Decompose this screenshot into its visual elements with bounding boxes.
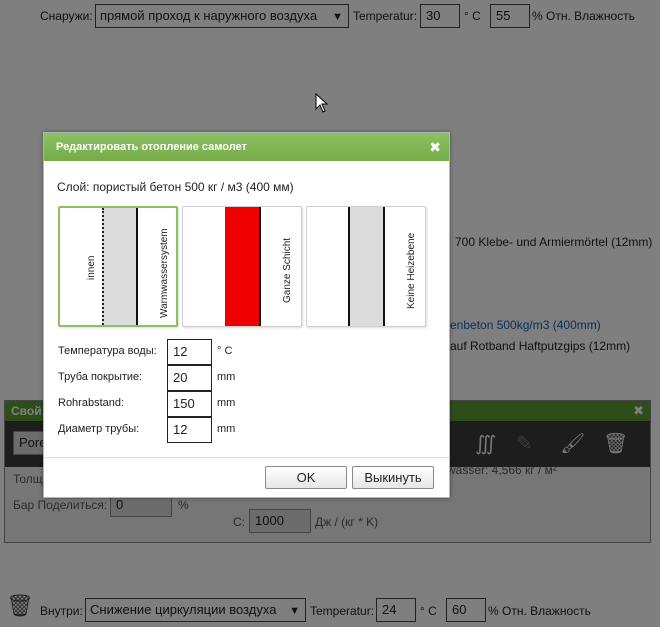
bar-share-unit: % (178, 498, 189, 512)
inside-select-value: Снижение циркуляции воздуха (90, 602, 277, 617)
heating-pipe-icon[interactable]: ∭ (475, 431, 496, 456)
heating-option-whole-layer[interactable]: Ganze Schicht (182, 206, 302, 327)
outside-label: Снаружи: (40, 9, 93, 23)
pipe-cover-input[interactable]: 20 (167, 365, 212, 391)
edit-heating-dialog: Редактировать отопление самолет ✖ Слой: … (43, 132, 450, 498)
thickness-label: Толщ (13, 472, 43, 486)
bar-share-label: Бар Поделиться: (13, 498, 108, 512)
outside-select-value: прямой проход к наружного воздуха (100, 8, 318, 23)
whole-layer-label: Ganze Schicht (282, 237, 293, 303)
water-temperature-input[interactable]: 12 (167, 339, 212, 365)
heating-option-warmwater[interactable]: innen Warmwassersystem (58, 206, 178, 327)
pipe-spacing-label: Rohrabstand: (58, 397, 125, 409)
close-icon[interactable]: ✖ (633, 403, 644, 419)
layer-label-rotband[interactable]: auf Rotband Haftputzgips (12mm) (450, 339, 630, 353)
close-icon[interactable]: ✖ (429, 139, 441, 156)
pipe-spacing-input[interactable]: 150 (167, 391, 212, 417)
inside-temperature-label: Temperatur: (310, 604, 375, 618)
trash-icon[interactable]: 🗑 (603, 431, 628, 456)
brush-off-icon[interactable]: ✎ (516, 431, 533, 456)
water-text: wasser: 4,566 кг / м² (447, 463, 557, 477)
pipe-cover-unit: mm (217, 371, 236, 383)
water-temperature-label: Температура воды: (58, 345, 157, 357)
pipe-diameter-input[interactable]: 12 (167, 417, 212, 443)
pipe-diameter-unit: mm (217, 423, 236, 435)
warmwater-left-label: innen (86, 255, 97, 280)
chevron-down-icon: ▼ (289, 605, 300, 617)
no-heating-label: Keine Heizebene (406, 232, 417, 309)
inside-temperature-input[interactable]: 24 (376, 598, 416, 622)
layer-band (102, 208, 136, 325)
properties-panel-title: Свой (11, 404, 42, 418)
outside-temperature-unit: ° C (464, 9, 481, 23)
inside-humidity-unit: % Отн. Влажность (488, 604, 591, 618)
layer-caption: Слой: пористый бетон 500 кг / м3 (400 мм… (57, 180, 294, 194)
inside-humidity-input[interactable]: 60 (446, 598, 486, 622)
cursor-icon (315, 93, 329, 113)
cancel-button[interactable]: Выкинуть (352, 466, 434, 489)
layer-boundary-line (259, 207, 261, 326)
layer-label-klebe[interactable]: 700 Klebe- und Armiermörtel (12mm) (455, 235, 652, 249)
heated-layer-band (225, 207, 259, 326)
pipe-dots (102, 208, 104, 325)
pipe-cover-label: Труба покрытие: (58, 371, 143, 383)
ok-button[interactable]: OK (265, 466, 347, 489)
layer-band (350, 207, 383, 326)
dialog-title: Редактировать отопление самолет (56, 141, 247, 153)
outside-temperature-label: Temperatur: (353, 9, 418, 23)
heating-option-none[interactable]: Keine Heizebene (306, 206, 426, 327)
layer-boundary-line (383, 207, 385, 326)
chevron-down-icon: ▼ (332, 11, 343, 23)
layer-boundary-line (136, 208, 138, 325)
inside-temperature-unit: ° C (420, 604, 437, 618)
trash-icon[interactable]: 🗑 (6, 593, 34, 619)
outside-temperature-input[interactable]: 30 (420, 4, 460, 28)
pipe-diameter-label: Диаметр трубы: (58, 423, 140, 435)
material-input[interactable]: Pore (13, 431, 47, 455)
dialog-header: Редактировать отопление самолет ✖ (44, 133, 449, 161)
dialog-footer-divider (44, 457, 449, 458)
c-unit: Дж / (кг * K) (315, 515, 379, 529)
outside-select[interactable]: прямой проход к наружного воздуха ▼ (95, 4, 349, 28)
c-input[interactable]: 1000 (249, 509, 311, 533)
layer-label-porenbeton[interactable]: enbeton 500kg/m3 (400mm) (450, 318, 601, 332)
water-temperature-unit: ° C (217, 345, 233, 357)
c-label: C: (233, 515, 245, 529)
pipe-spacing-unit: mm (217, 397, 236, 409)
inside-label: Внутри: (40, 604, 83, 618)
brush-icon[interactable]: 🖌 (560, 431, 585, 456)
inside-select[interactable]: Снижение циркуляции воздуха ▼ (85, 598, 306, 622)
outside-humidity-input[interactable]: 55 (490, 4, 530, 28)
warmwater-right-label: Warmwassersystem (159, 228, 170, 318)
outside-humidity-unit: % Отн. Влажность (532, 9, 635, 23)
